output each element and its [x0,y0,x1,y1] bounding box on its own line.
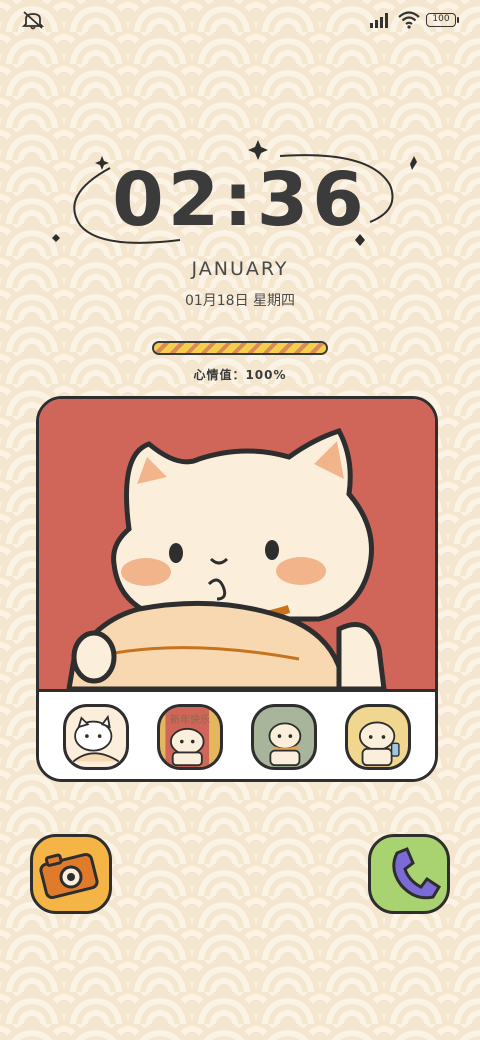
camera-shortcut-button[interactable] [30,834,112,914]
mute-icon [22,11,44,30]
mood-label: 心情值：100% [193,368,287,382]
cat-thumb-4-image [358,721,400,767]
cat-thumb-3[interactable] [251,704,317,770]
camera-icon [39,852,99,900]
phone-icon [392,847,442,900]
cat-thumb-4[interactable] [345,704,411,770]
battery-level: 100 [432,14,450,24]
thumbnail-strip: 新年快乐 [39,689,435,779]
mood-progress-fill [154,343,326,353]
mood-progress-bar [152,341,328,355]
battery-icon: 100 [426,13,459,27]
clock-time: 02:36 [112,157,368,243]
thumb-caption: 新年快乐 [170,715,210,726]
cat-thumb-1[interactable] [63,704,129,770]
clock-month: JANUARY [191,258,289,280]
cat-thumb-3-image [268,722,302,767]
phone-shortcut-button[interactable] [368,834,450,914]
status-bar: 100 [0,0,480,40]
cat-hero-image [39,399,435,689]
photo-widget[interactable]: 新年快乐 [36,396,438,782]
cat-thumb-2[interactable]: 新年快乐 [157,704,223,770]
clock-date: 01月18日 星期四 [184,293,296,309]
cat-thumb-1-image [72,714,120,763]
signal-icon [370,13,388,28]
wifi-icon [398,11,420,29]
